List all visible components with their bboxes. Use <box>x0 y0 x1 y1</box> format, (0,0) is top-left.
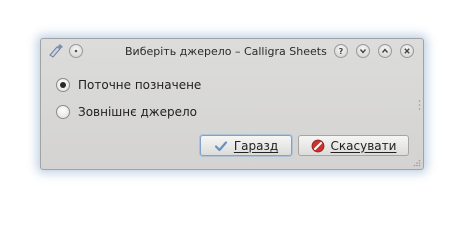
dialog-window: Виберіть джерело – Calligra Sheets ? Пот… <box>40 38 424 170</box>
radio-button[interactable] <box>56 78 70 92</box>
minimize-button[interactable] <box>356 44 370 58</box>
svg-text:?: ? <box>339 47 344 55</box>
cancel-button[interactable]: Скасувати <box>298 135 409 156</box>
calligra-app-icon[interactable] <box>48 43 64 59</box>
close-icon <box>404 48 410 54</box>
resize-side-grip-icon[interactable] <box>418 99 421 111</box>
cancel-icon <box>311 139 324 152</box>
window-title: Виберіть джерело – Calligra Sheets <box>125 45 327 58</box>
ok-button[interactable]: Гаразд <box>200 135 292 156</box>
radio-selected-dot <box>60 82 66 88</box>
radio-button[interactable] <box>56 105 70 119</box>
option-external-source[interactable]: Зовнішнє джерело <box>56 103 197 121</box>
help-icon: ? <box>339 47 344 55</box>
resize-grip-icon[interactable] <box>413 159 421 167</box>
close-button[interactable] <box>400 44 414 58</box>
titlebar[interactable]: Виберіть джерело – Calligra Sheets ? <box>41 39 423 63</box>
help-button[interactable]: ? <box>334 44 348 58</box>
option-label: Зовнішнє джерело <box>78 105 198 119</box>
minimize-icon <box>359 49 367 54</box>
option-label: Поточне позначене <box>78 78 202 92</box>
cancel-button-label: Скасувати <box>330 138 397 153</box>
window-menu-button[interactable] <box>69 44 83 58</box>
option-current-selection[interactable]: Поточне позначене <box>56 76 201 94</box>
checkmark-icon <box>214 140 227 151</box>
dot-icon <box>74 49 78 53</box>
ok-button-label: Гаразд <box>233 138 279 153</box>
maximize-icon <box>381 48 389 53</box>
maximize-button[interactable] <box>378 44 392 58</box>
